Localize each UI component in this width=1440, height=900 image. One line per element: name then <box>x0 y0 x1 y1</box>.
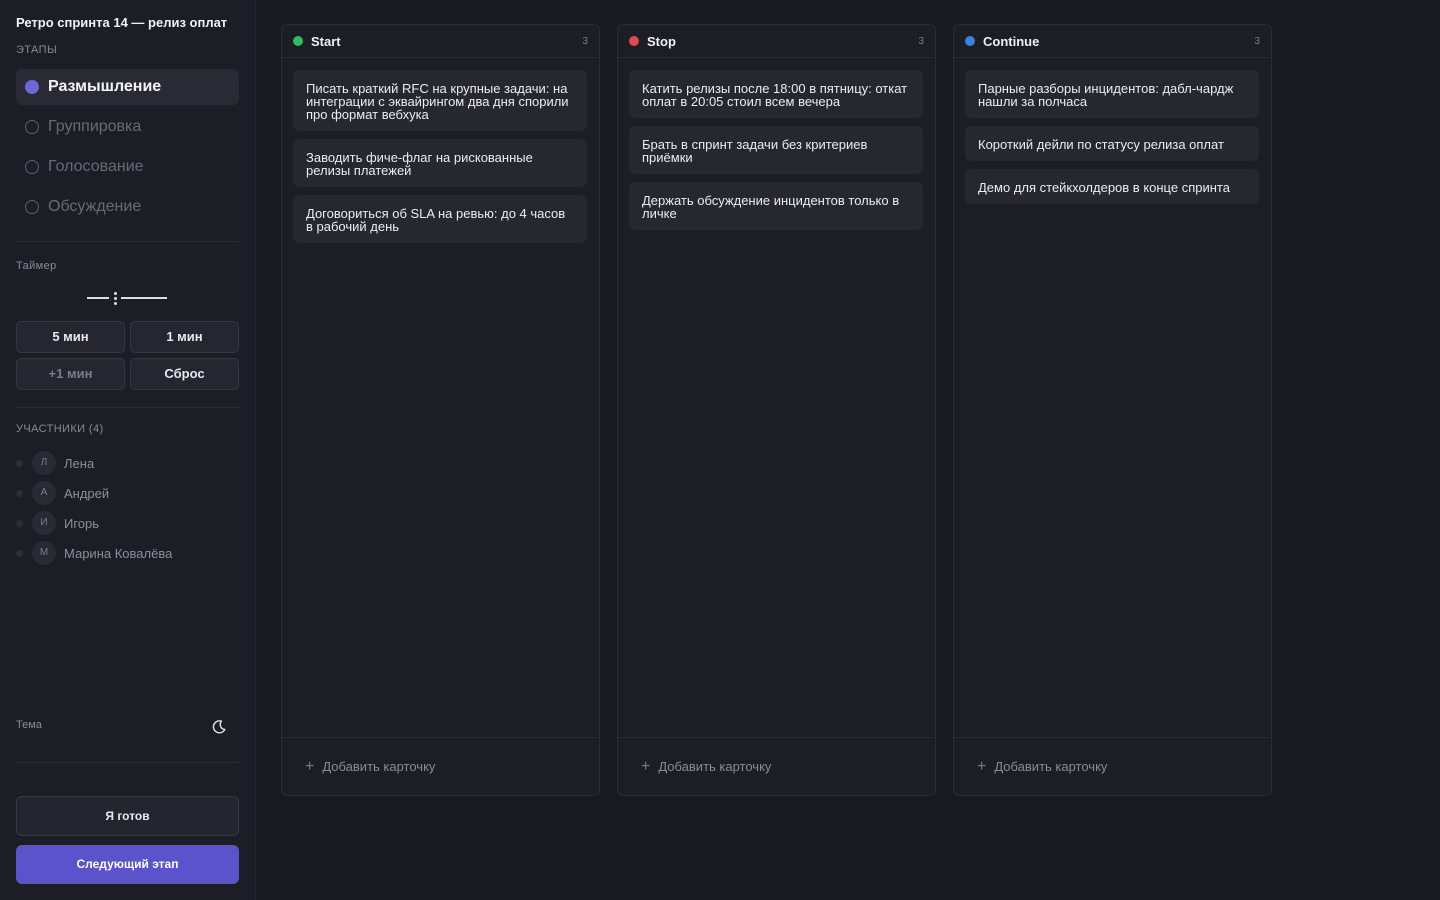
participants-caption: УЧАСТНИКИ (4) <box>16 423 104 435</box>
add-card-button[interactable]: + Добавить карточку <box>954 737 1271 795</box>
retro-card[interactable]: Короткий дейли по статусу релиза оплат <box>965 126 1259 161</box>
participant-item: Л Лена <box>16 448 239 478</box>
column-header: Continue 3 <box>954 25 1271 58</box>
stage-list: Размышление Группировка Голосование Обсу… <box>16 69 239 229</box>
retro-card[interactable]: Договориться об SLA на ревью: до 4 часов… <box>293 195 587 243</box>
column-stop: Stop 3 Катить релизы после 18:00 в пятни… <box>617 24 936 796</box>
retro-card[interactable]: Заводить фиче-флаг на рискованные релизы… <box>293 139 587 187</box>
stage-label: Голосование <box>48 158 144 175</box>
column-header: Start 3 <box>282 25 599 58</box>
participant-item: А Андрей <box>16 478 239 508</box>
card-count: 3 <box>1254 35 1260 47</box>
stage-voting[interactable]: Голосование <box>16 149 239 185</box>
participant-name: Игорь <box>64 515 100 531</box>
card-list: Писать краткий RFC на крупные задачи: на… <box>282 58 599 243</box>
participant-item: И Игорь <box>16 508 239 538</box>
avatar: А <box>32 481 56 505</box>
card-list: Парные разборы инцидентов: дабл-чардж на… <box>954 58 1271 204</box>
moon-icon[interactable] <box>211 719 227 735</box>
add-card-button[interactable]: + Добавить карточку <box>618 737 935 795</box>
next-stage-button[interactable]: Следующий этап <box>16 845 239 884</box>
avatar: И <box>32 511 56 535</box>
retro-card[interactable]: Держать обсуждение инцидентов только в л… <box>629 182 923 230</box>
status-dot <box>293 36 303 46</box>
radio-icon <box>25 200 39 214</box>
timer-caption: Таймер <box>16 260 57 272</box>
board-title: Ретро спринта 14 — релиз оплат <box>16 15 228 30</box>
stage-reflection[interactable]: Размышление <box>16 69 239 105</box>
status-dot <box>16 519 23 527</box>
stage-label: Группировка <box>48 118 142 135</box>
timer-add-minute-button[interactable]: +1 мин <box>16 358 125 390</box>
card-list: Катить релизы после 18:00 в пятницу: отк… <box>618 58 935 230</box>
column-header: Stop 3 <box>618 25 935 58</box>
column-continue: Continue 3 Парные разборы инцидентов: да… <box>953 24 1272 796</box>
sidebar: Ретро спринта 14 — релиз оплат ЭТАПЫ Раз… <box>0 0 256 900</box>
participant-name: Андрей <box>64 485 110 501</box>
divider <box>16 241 239 242</box>
timer-5min-button[interactable]: 5 мин <box>16 321 125 353</box>
status-dot <box>16 459 23 467</box>
stage-label: Обсуждение <box>48 198 142 215</box>
retro-card[interactable]: Писать краткий RFC на крупные задачи: на… <box>293 70 587 131</box>
participant-list: Л Лена А Андрей И Игорь М Марина Ковалёв… <box>16 448 239 568</box>
avatar: М <box>32 541 56 565</box>
plus-icon: + <box>305 757 315 775</box>
status-dot <box>629 36 639 46</box>
slider-track <box>121 297 167 299</box>
timer-buttons: 5 мин 1 мин +1 мин Сброс <box>16 321 239 390</box>
column-start: Start 3 Писать краткий RFC на крупные за… <box>281 24 600 796</box>
participant-name: Лена <box>64 455 95 471</box>
slider-track <box>87 297 109 299</box>
ready-button[interactable]: Я готов <box>16 796 239 836</box>
column-title: Stop <box>647 33 676 49</box>
divider <box>16 762 239 763</box>
retro-card[interactable]: Катить релизы после 18:00 в пятницу: отк… <box>629 70 923 118</box>
retro-card[interactable]: Демо для стейкхолдеров в конце спринта <box>965 169 1259 204</box>
avatar: Л <box>32 451 56 475</box>
timer-reset-button[interactable]: Сброс <box>130 358 239 390</box>
card-count: 3 <box>918 35 924 47</box>
slider-handle[interactable] <box>112 292 118 305</box>
theme-label: Тема <box>16 719 42 731</box>
stage-label: Размышление <box>48 78 162 95</box>
plus-icon: + <box>977 757 987 775</box>
participant-name: Марина Ковалёва <box>64 545 173 561</box>
column-title: Continue <box>983 33 1040 49</box>
status-dot <box>16 489 23 497</box>
stages-caption: ЭТАПЫ <box>16 44 58 56</box>
divider <box>16 407 239 408</box>
participant-item: М Марина Ковалёва <box>16 538 239 568</box>
add-card-button[interactable]: + Добавить карточку <box>282 737 599 795</box>
timer-1min-button[interactable]: 1 мин <box>130 321 239 353</box>
plus-icon: + <box>641 757 651 775</box>
retro-card[interactable]: Брать в спринт задачи без критериев приё… <box>629 126 923 174</box>
add-card-label: Добавить карточку <box>322 759 436 774</box>
radio-selected-icon <box>25 80 39 94</box>
stage-discussion[interactable]: Обсуждение <box>16 189 239 225</box>
radio-icon <box>25 160 39 174</box>
card-count: 3 <box>582 35 588 47</box>
status-dot <box>16 549 23 557</box>
timer-slider[interactable] <box>87 290 167 306</box>
radio-icon <box>25 120 39 134</box>
add-card-label: Добавить карточку <box>994 759 1108 774</box>
status-dot <box>965 36 975 46</box>
column-title: Start <box>311 33 341 49</box>
retro-card[interactable]: Парные разборы инцидентов: дабл-чардж на… <box>965 70 1259 118</box>
add-card-label: Добавить карточку <box>658 759 772 774</box>
stage-grouping[interactable]: Группировка <box>16 109 239 145</box>
